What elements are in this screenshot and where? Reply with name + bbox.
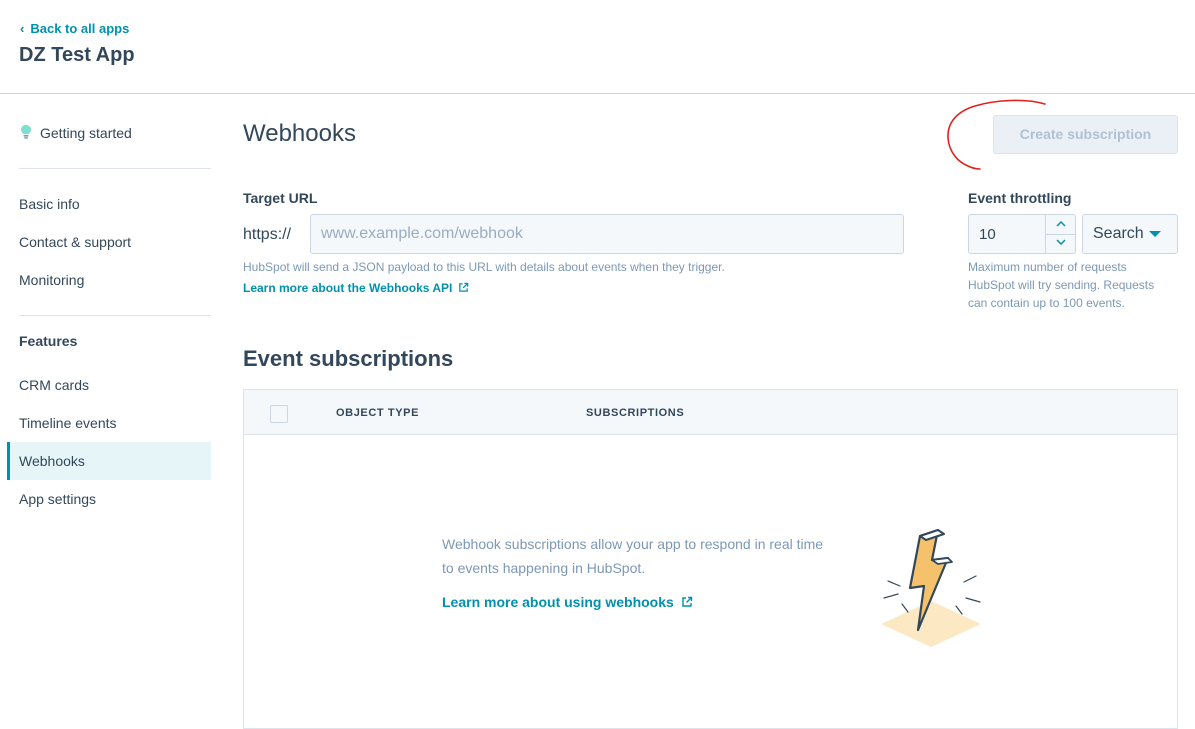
throttling-help-line: can contain up to 100 events. bbox=[968, 296, 1125, 310]
increment-button[interactable] bbox=[1045, 215, 1076, 235]
target-url-input[interactable]: www.example.com/webhook bbox=[310, 214, 904, 254]
sidebar-item-contact-support[interactable]: Contact & support bbox=[19, 234, 131, 250]
sidebar-item-basic-info[interactable]: Basic info bbox=[19, 196, 80, 212]
select-all-checkbox[interactable] bbox=[270, 405, 288, 423]
sidebar-item-timeline-events[interactable]: Timeline events bbox=[19, 415, 117, 431]
throttling-help: Maximum number of requests HubSpot will … bbox=[968, 258, 1154, 312]
chevron-down-icon bbox=[1056, 239, 1066, 246]
sidebar-item-webhooks[interactable]: Webhooks bbox=[19, 453, 85, 469]
sidebar-item-monitoring[interactable]: Monitoring bbox=[19, 272, 84, 288]
column-header-subscriptions[interactable]: SUBSCRIPTIONS bbox=[586, 407, 684, 419]
webhooks-learn-more-link[interactable]: Learn more about using webhooks bbox=[442, 594, 693, 610]
webhooks-learn-more-label: Learn more about using webhooks bbox=[442, 594, 674, 610]
chevron-left-icon: ‹ bbox=[20, 21, 25, 36]
sidebar-divider bbox=[19, 315, 211, 316]
target-url-label: Target URL bbox=[243, 190, 318, 206]
throttling-mode-label: Search bbox=[1093, 225, 1144, 242]
lightbulb-icon bbox=[21, 125, 31, 139]
throttling-value: 10 bbox=[979, 226, 996, 243]
chevron-up-icon bbox=[1056, 220, 1066, 227]
sidebar-item-crm-cards[interactable]: CRM cards bbox=[19, 377, 89, 393]
throttling-help-line: Maximum number of requests bbox=[968, 260, 1127, 274]
sidebar-item-app-settings[interactable]: App settings bbox=[19, 491, 96, 507]
table-header: OBJECT TYPE SUBSCRIPTIONS bbox=[244, 390, 1177, 435]
webhooks-api-link-label: Learn more about the Webhooks API bbox=[243, 281, 453, 295]
back-to-apps-link[interactable]: ‹ Back to all apps bbox=[20, 21, 129, 36]
red-annotation-mark bbox=[947, 99, 1046, 170]
lightning-bolt-illustration bbox=[881, 528, 981, 647]
sidebar-heading-features: Features bbox=[19, 333, 78, 349]
event-subscriptions-title: Event subscriptions bbox=[243, 346, 454, 371]
throttling-mode-dropdown[interactable]: Search bbox=[1082, 214, 1178, 254]
caret-down-icon bbox=[1148, 230, 1161, 237]
external-link-icon bbox=[682, 596, 692, 607]
event-throttling-label: Event throttling bbox=[968, 190, 1072, 206]
empty-state-text: Webhook subscriptions allow your app to … bbox=[442, 536, 824, 576]
throttling-number-input[interactable]: 10 bbox=[968, 214, 1076, 254]
throttling-help-line: HubSpot will try sending. Requests bbox=[968, 278, 1155, 292]
url-prefix: https:// bbox=[243, 226, 292, 243]
app-title: DZ Test App bbox=[19, 44, 135, 66]
sidebar-divider bbox=[19, 168, 211, 169]
target-url-help: HubSpot will send a JSON payload to this… bbox=[243, 260, 725, 274]
webhooks-api-link[interactable]: Learn more about the Webhooks API bbox=[243, 281, 469, 295]
app-header: ‹ Back to all apps DZ Test App bbox=[0, 0, 1195, 94]
sidebar-item-getting-started[interactable]: Getting started bbox=[40, 125, 132, 141]
decrement-button[interactable] bbox=[1045, 234, 1076, 253]
page-title: Webhooks bbox=[243, 120, 356, 147]
subscriptions-table: OBJECT TYPE SUBSCRIPTIONS Webhook subscr… bbox=[243, 389, 1178, 729]
external-link-icon bbox=[458, 282, 468, 292]
back-link-label: Back to all apps bbox=[30, 21, 130, 36]
column-header-object-type[interactable]: OBJECT TYPE bbox=[336, 407, 419, 419]
